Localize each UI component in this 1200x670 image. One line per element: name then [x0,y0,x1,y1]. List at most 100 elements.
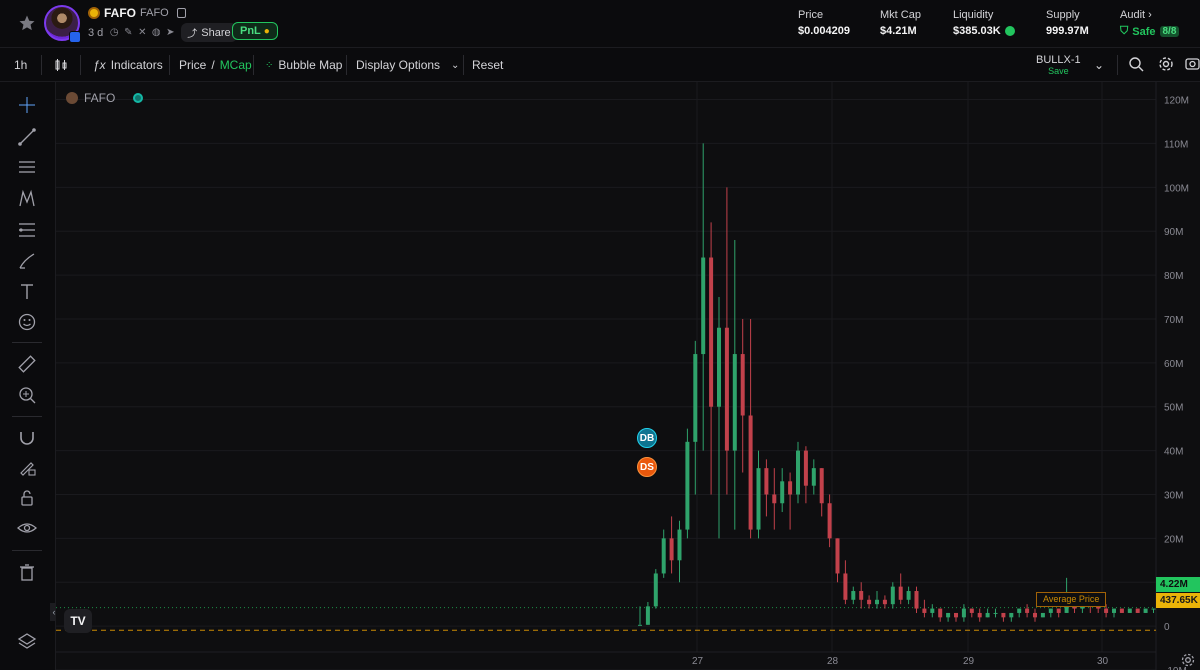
candle-body [890,586,895,605]
trash-icon[interactable] [16,561,38,583]
emoji-icon[interactable] [16,311,38,333]
candle-body [1040,612,1045,618]
bubble-map-label: Bubble Map [278,58,343,72]
candle-body [1119,608,1124,613]
price-chart[interactable]: 120M110M100M90M80M70M60M50M40M30M20M10M0… [56,82,1200,670]
brush-icon[interactable] [16,250,38,272]
y-axis-tick-label: 20M [1164,534,1183,545]
candle-body [819,468,824,504]
dev-sell-marker[interactable]: DS [637,457,657,477]
candle-body [1017,608,1022,613]
bubble-map-button[interactable]: ⁘ Bubble Map [265,58,342,72]
tool-divider [12,416,42,417]
layout-save[interactable]: Save [1036,66,1081,76]
tradingview-logo[interactable]: TV [64,609,92,633]
camera-icon[interactable] [1185,56,1200,70]
layout-chevron-down-icon[interactable]: ⌄ [1094,58,1104,72]
average-price-tag: 437.65K [1156,593,1200,608]
candle-body [748,415,753,530]
telegram-icon[interactable]: ➤ [165,27,175,38]
y-axis-tick-label: 0 [1164,622,1170,633]
stat-price: Price $0.004209 [798,9,850,37]
mcap-option[interactable]: MCap [220,58,252,72]
crosshair-icon[interactable] [16,94,38,116]
candle-body [1056,608,1061,613]
settings-gear-icon[interactable] [1158,56,1174,72]
candle-body [1048,608,1053,613]
layout-name: BULLX-1 [1036,54,1081,66]
toolbar-divider [1117,55,1118,75]
magnet-icon[interactable] [16,426,38,448]
text-tool-icon[interactable] [16,281,38,303]
favorite-star-icon[interactable] [18,14,36,32]
pump-icon [88,7,100,19]
toggle-slash: / [211,58,215,72]
price-mcap-toggle[interactable]: Price / MCap [179,58,252,72]
candle-body [954,612,958,618]
candle-body [914,591,919,609]
interval-button[interactable]: 1h [14,58,27,72]
display-options-button[interactable]: Display Options ⌄ [356,58,459,72]
pencil-icon[interactable]: ✎ [123,27,133,38]
candle-body [756,468,761,530]
copy-icon[interactable] [176,8,186,18]
display-options-label: Display Options [356,58,441,72]
candle-body [938,608,943,618]
stat-audit[interactable]: Audit › ⛉ Safe 8/8 [1120,9,1180,38]
liquidity-lock-icon [1004,26,1015,36]
audit-value: Safe [1132,25,1156,38]
stat-label: Price [798,9,824,21]
candle-body [1025,608,1030,613]
candle-body [969,608,974,613]
candle-body [1104,608,1109,613]
candle-body [1112,608,1116,613]
chain-badge-icon [69,31,81,43]
clock-icon: ◷ [109,26,119,38]
audit-badge: 8/8 [1159,26,1180,37]
trend-line-icon[interactable] [16,126,38,148]
candle-body [906,591,911,600]
fib-levels-icon[interactable] [16,219,38,241]
candlestick-chart[interactable]: 120M110M100M90M80M70M60M50M40M30M20M10M0… [56,82,1200,670]
globe-icon[interactable]: ◍ [151,27,161,38]
price-option[interactable]: Price [179,58,206,72]
horizontal-lines-icon[interactable] [16,156,38,178]
indicators-button[interactable]: ƒx Indicators [93,58,163,72]
token-logo-icon [66,92,78,104]
share-label: Share [201,26,231,39]
lock-drawing-icon[interactable] [16,456,38,478]
stat-value: $385.03K [953,25,1001,37]
zoom-in-icon[interactable] [16,384,38,406]
lock-icon[interactable] [16,487,38,509]
candle-body [788,481,793,495]
candle-body [638,624,642,626]
candle-type-button[interactable] [54,58,68,72]
x-axis-tick-label: 30 [1097,656,1109,667]
quick-search-icon[interactable] [1128,56,1144,72]
candle-body [827,503,832,539]
reset-button[interactable]: Reset [472,58,503,72]
pattern-icon[interactable] [16,188,38,210]
y-axis-tick-label: 100M [1164,183,1189,194]
chevron-down-icon: ⌄ [451,59,460,71]
candle-body [764,468,769,495]
share-button[interactable]: ⤴ Share [181,23,237,42]
y-axis-tick-label: 120M [1164,96,1189,107]
y-axis-tick-label: 90M [1164,227,1183,238]
toolbar-divider [463,55,464,75]
dev-buy-marker[interactable]: DB [637,428,657,448]
layout-selector[interactable]: BULLX-1 Save [1036,54,1081,76]
candle-body [661,538,666,574]
eye-icon[interactable] [16,517,38,539]
candle-body [977,612,982,618]
token-name-row: FAFO FAFO [88,6,186,20]
x-axis-tick-label: 27 [692,656,704,667]
pnl-button[interactable]: PnL ● [232,22,278,40]
x-icon[interactable]: ✕ [137,27,147,38]
layers-icon[interactable] [16,630,38,652]
candle-body [922,608,927,613]
axis-settings-icon[interactable] [1180,652,1196,668]
ruler-icon[interactable] [16,353,38,375]
candle-body [985,612,990,618]
candle-body [796,450,800,495]
